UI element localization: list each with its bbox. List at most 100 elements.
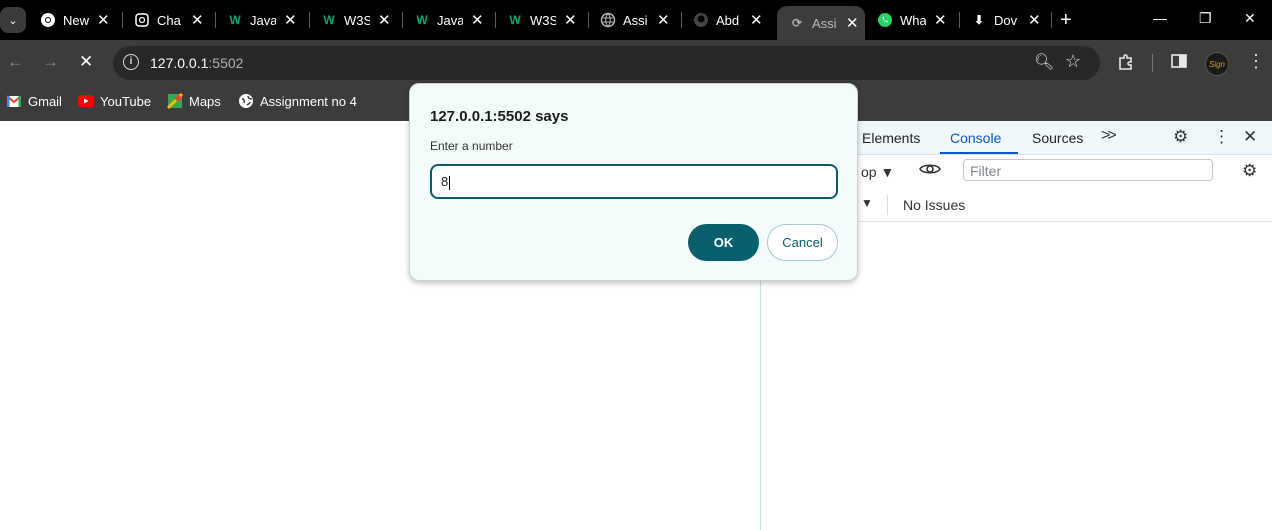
bookmark-maps[interactable]: Maps xyxy=(167,92,221,110)
address-bar[interactable]: i 127.0.0.1:5502 🔍︎ ☆ xyxy=(113,46,1100,80)
context-selector[interactable]: op ▼ xyxy=(861,164,894,180)
tab-title: Java xyxy=(250,12,276,28)
profile-avatar[interactable]: Sign xyxy=(1205,52,1229,76)
prompt-input[interactable]: 8 xyxy=(430,164,838,199)
maps-icon xyxy=(167,93,183,109)
tab-title: Assi xyxy=(812,15,837,31)
minimize-icon[interactable]: — xyxy=(1153,10,1167,26)
tab-close-icon[interactable]: ✕ xyxy=(750,11,763,29)
dialog-message: Enter a number xyxy=(430,139,513,153)
side-panel-icon[interactable] xyxy=(1171,53,1187,74)
forward-arrow-icon[interactable]: → xyxy=(42,52,59,72)
devtools-menu-icon[interactable]: ⋮ xyxy=(1213,127,1230,147)
active-tab-indicator xyxy=(940,152,1018,154)
tab-title: W3S xyxy=(530,12,556,28)
tab-close-icon[interactable]: ✕ xyxy=(191,11,204,29)
console-filter-input[interactable]: Filter xyxy=(963,159,1213,181)
tab-close-icon[interactable]: ✕ xyxy=(846,14,859,32)
tab-strip: ⌄ New ✕ Cha ✕ W Java ✕ W W3S ✕ W Java ✕ … xyxy=(0,0,1272,40)
console-settings-gear-icon[interactable]: ⚙ xyxy=(1242,161,1257,181)
tab-close-icon[interactable]: ✕ xyxy=(657,11,670,29)
tab-close-icon[interactable]: ✕ xyxy=(284,11,297,29)
close-window-icon[interactable]: ✕ xyxy=(1244,10,1256,27)
bookmark-label: Gmail xyxy=(28,93,62,109)
browser-tab[interactable]: Cha ✕ xyxy=(122,0,204,40)
github-icon xyxy=(693,12,709,28)
tab-console[interactable]: Console xyxy=(950,130,1001,146)
site-info-icon[interactable]: i xyxy=(123,54,139,70)
issues-status[interactable]: No Issues xyxy=(903,197,965,213)
ok-button[interactable]: OK xyxy=(688,224,759,261)
w3schools-icon: W xyxy=(229,13,241,27)
globe-icon xyxy=(600,12,616,28)
download-icon: ⬇ xyxy=(973,13,985,27)
tab-close-icon[interactable]: ✕ xyxy=(97,11,110,29)
tab-close-icon[interactable]: ✕ xyxy=(471,11,484,29)
url-port: :5502 xyxy=(208,55,244,71)
browser-tab[interactable]: New ✕ xyxy=(28,0,110,40)
w3schools-icon: W xyxy=(509,13,521,27)
close-devtools-icon[interactable]: ✕ xyxy=(1243,127,1257,147)
restore-icon[interactable]: ❐ xyxy=(1199,10,1212,27)
w3schools-icon: W xyxy=(416,13,428,27)
extensions-icon[interactable] xyxy=(1117,53,1135,76)
bookmark-star-icon[interactable]: ☆ xyxy=(1065,51,1081,72)
browser-tab[interactable]: W Java ✕ xyxy=(215,0,297,40)
address-url[interactable]: 127.0.0.1:5502 xyxy=(150,55,243,71)
browser-tab[interactable]: Abd ✕ xyxy=(681,0,763,40)
browser-tab[interactable]: W W3S ✕ xyxy=(309,0,391,40)
tab-title: Dov xyxy=(994,12,1018,28)
back-arrow-icon[interactable]: ← xyxy=(7,52,24,72)
more-tabs-icon[interactable]: >> xyxy=(1101,127,1117,145)
browser-tab[interactable]: W Java ✕ xyxy=(402,0,484,40)
tab-separator xyxy=(1051,12,1052,28)
prompt-dialog: 127.0.0.1:5502 says Enter a number 8 OK … xyxy=(409,83,858,281)
tab-title: Java xyxy=(437,12,463,28)
cancel-button[interactable]: Cancel xyxy=(767,224,838,261)
tab-title: Assi xyxy=(623,12,648,28)
url-host: 127.0.0.1 xyxy=(150,55,209,71)
bookmark-gmail[interactable]: Gmail xyxy=(6,92,62,110)
log-level-dropdown-icon[interactable]: ▼ xyxy=(861,196,873,210)
new-tab-icon[interactable]: + xyxy=(1060,9,1072,32)
chatgpt-icon xyxy=(134,12,150,28)
dropdown-arrow-icon: ▼ xyxy=(880,164,895,180)
toolbar-divider xyxy=(1152,54,1153,72)
tab-sources[interactable]: Sources xyxy=(1032,130,1083,146)
tab-elements[interactable]: Elements xyxy=(862,130,920,146)
tab-title: Wha xyxy=(900,12,926,28)
globe-icon xyxy=(238,93,254,109)
tab-title: Abd xyxy=(716,12,740,28)
browser-tab[interactable]: Wha ✕ xyxy=(865,0,947,40)
browser-tab[interactable]: ⬇ Dov ✕ xyxy=(959,0,1041,40)
zoom-icon[interactable]: 🔍︎ xyxy=(1034,52,1054,72)
context-label: op xyxy=(861,164,877,180)
text-caret xyxy=(449,175,451,190)
whatsapp-icon xyxy=(877,12,893,28)
stop-loading-icon[interactable]: ✕ xyxy=(79,52,93,72)
bookmark-assignment[interactable]: Assignment no 4 xyxy=(238,92,357,110)
chrome-icon xyxy=(40,12,56,28)
browser-tab[interactable]: W W3S ✕ xyxy=(495,0,577,40)
tab-close-icon[interactable]: ✕ xyxy=(564,11,577,29)
tab-title: W3S xyxy=(344,12,370,28)
browser-tab-active[interactable]: ⟳ Assi ✕ xyxy=(777,6,865,40)
menu-kebab-icon[interactable]: ⋮ xyxy=(1247,51,1265,72)
bookmark-youtube[interactable]: YouTube xyxy=(78,92,151,110)
settings-gear-icon[interactable]: ⚙ xyxy=(1173,127,1188,147)
prompt-input-value: 8 xyxy=(441,174,449,189)
youtube-icon xyxy=(78,93,94,109)
row-divider xyxy=(887,195,888,215)
dialog-title: 127.0.0.1:5502 says xyxy=(430,108,569,125)
tab-close-icon[interactable]: ✕ xyxy=(1028,11,1041,29)
browser-tab[interactable]: Assi ✕ xyxy=(588,0,670,40)
tab-close-icon[interactable]: ✕ xyxy=(934,11,947,29)
live-expression-eye-icon[interactable] xyxy=(919,162,941,181)
w3schools-icon: W xyxy=(323,13,335,27)
tab-close-icon[interactable]: ✕ xyxy=(378,11,391,29)
loading-icon: ⟳ xyxy=(791,16,803,30)
tab-search-button[interactable]: ⌄ xyxy=(0,7,26,33)
tab-title: New xyxy=(63,12,89,28)
tab-title: Cha xyxy=(157,12,181,28)
chevron-down-icon: ⌄ xyxy=(8,14,18,27)
